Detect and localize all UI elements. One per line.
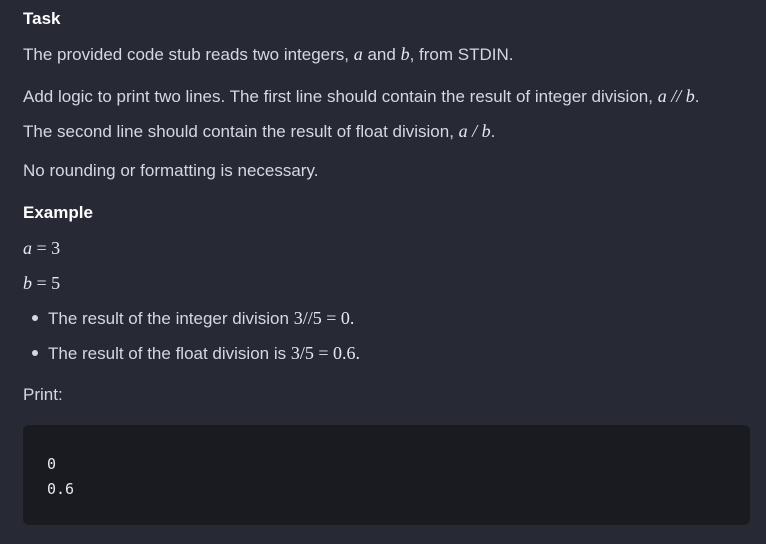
- math-var-a: a: [23, 238, 32, 258]
- text: The second line should contain the resul…: [23, 122, 459, 141]
- math-var-b: b: [481, 121, 491, 141]
- math-var-b: b: [400, 44, 410, 64]
- output-line: 0: [47, 455, 57, 473]
- math-var-a: a: [657, 86, 667, 106]
- print-label: Print:: [23, 385, 63, 404]
- text: Add logic to print two lines. The first …: [23, 87, 658, 106]
- task-paragraph-2: Add logic to print two lines. The first …: [23, 84, 699, 109]
- text: and: [362, 45, 401, 64]
- math-var-a: a: [353, 44, 363, 64]
- text: .: [694, 87, 700, 106]
- example-bullet-1: The result of the integer division 3//5 …: [32, 306, 354, 331]
- example-b-assignment: b = 5: [23, 271, 60, 296]
- math-value: = 5: [32, 273, 61, 293]
- task-paragraph-4: No rounding or formatting is necessary.: [23, 161, 319, 180]
- math-var-b: b: [685, 86, 695, 106]
- bullet-dot-icon: [32, 349, 38, 356]
- problem-statement: Task The provided code stub reads two in…: [0, 0, 766, 544]
- task-heading: Task: [23, 9, 61, 28]
- math-operator: /: [467, 121, 482, 141]
- task-paragraph-1: The provided code stub reads two integer…: [23, 42, 513, 67]
- output-code-block: 0 0.6: [23, 425, 750, 525]
- task-paragraph-3: The second line should contain the resul…: [23, 119, 495, 144]
- math-var-b: b: [23, 273, 32, 293]
- text: , from STDIN.: [409, 45, 514, 64]
- text: The result of the float division is: [48, 344, 291, 363]
- text: The provided code stub reads two integer…: [23, 45, 354, 64]
- example-bullet-2: The result of the float division is 3/5 …: [32, 341, 360, 366]
- text: The result of the integer division: [48, 309, 294, 328]
- math-var-a: a: [458, 121, 468, 141]
- math-value: = 3: [32, 238, 61, 258]
- math-operator: //: [666, 86, 686, 106]
- example-a-assignment: a = 3: [23, 236, 60, 261]
- bullet-dot-icon: [32, 314, 38, 321]
- math-expression: 3//5 = 0.: [293, 308, 355, 328]
- output-line: 0.6: [47, 480, 75, 498]
- math-expression: 3/5 = 0.6.: [290, 343, 360, 363]
- text: .: [490, 122, 496, 141]
- example-heading: Example: [23, 203, 93, 222]
